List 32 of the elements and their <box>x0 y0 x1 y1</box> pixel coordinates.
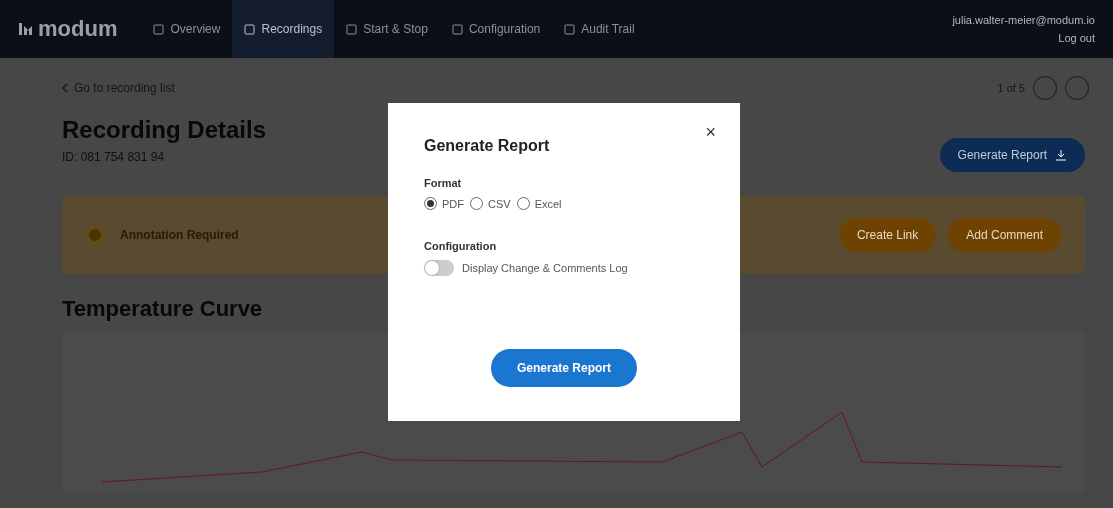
nav-tab[interactable]: Audit Trail <box>552 0 647 58</box>
nav-tab[interactable]: Overview <box>141 0 233 58</box>
warning-action-button[interactable]: Add Comment <box>948 218 1061 252</box>
page-title: Recording Details <box>62 116 267 144</box>
dialog-title: Generate Report <box>424 137 551 155</box>
nav-icon <box>153 23 165 35</box>
nav-icon <box>451 23 463 35</box>
logout-link[interactable]: Log out <box>952 32 1095 44</box>
nav-tab[interactable]: Start & Stop <box>334 0 440 58</box>
logo-icon <box>18 21 34 37</box>
nav-icon <box>346 23 358 35</box>
configuration-label: Configuration <box>424 240 498 252</box>
format-label: Format <box>424 177 463 189</box>
submit-button[interactable]: Generate Report <box>491 349 637 387</box>
nav-icon <box>564 23 576 35</box>
nav-tab[interactable]: Configuration <box>439 0 553 58</box>
toggle-label: Display Change & Comments Log <box>462 262 628 274</box>
close-button[interactable]: × <box>705 123 716 141</box>
nav-tab[interactable]: Recordings <box>232 0 335 58</box>
download-icon <box>1055 149 1067 161</box>
warning-action-button[interactable]: Create Link <box>838 218 937 252</box>
chevron-left-icon <box>62 83 68 93</box>
toggle-switch[interactable] <box>424 260 454 276</box>
format-radio[interactable]: Excel <box>516 197 562 210</box>
generate-report-button[interactable]: Generate Report <box>939 138 1085 172</box>
warning-icon <box>86 226 104 244</box>
logo-text: modum <box>38 16 118 42</box>
format-radio[interactable]: PDF <box>424 197 464 210</box>
user-email: julia.walter-meier@modum.io <box>952 14 1095 26</box>
chart-title: Temperature Curve <box>62 296 264 322</box>
nav-icon <box>244 23 256 35</box>
format-radio[interactable]: CSV <box>470 197 511 210</box>
